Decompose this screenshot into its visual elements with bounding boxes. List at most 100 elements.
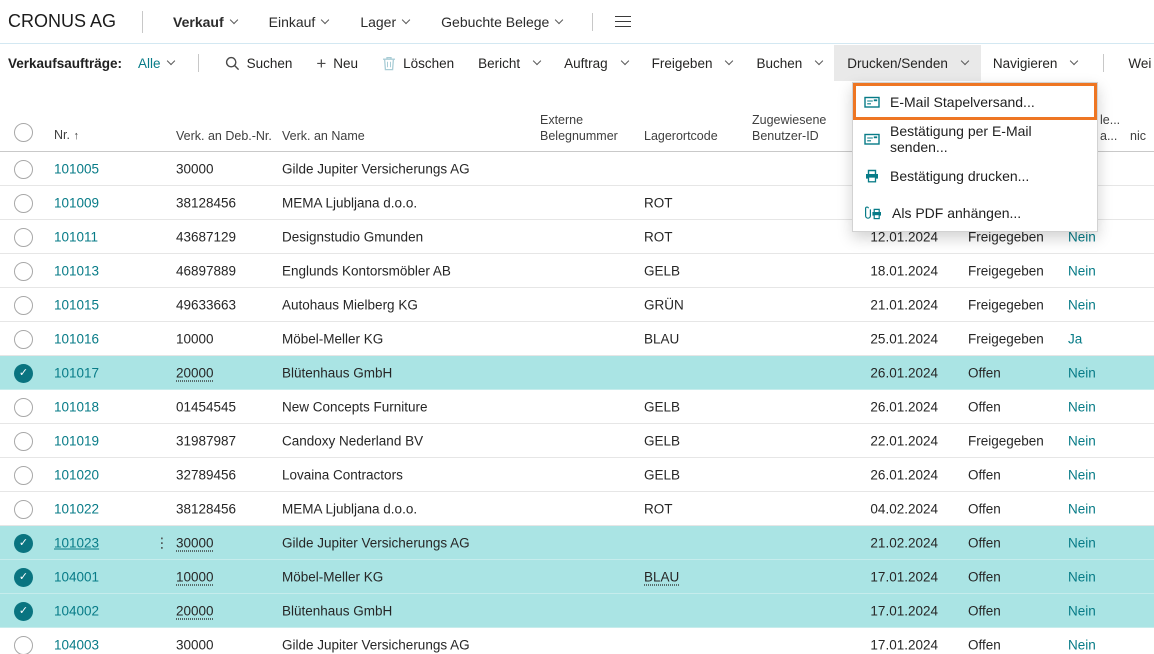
flag-link[interactable]: Ja	[1068, 331, 1082, 346]
column-header-external-doc[interactable]: Externe Belegnummer	[540, 112, 618, 144]
customer-no-cell[interactable]: 20000	[176, 365, 214, 380]
order-no-link[interactable]: 101013	[54, 263, 99, 278]
row-select-checkbox[interactable]: ✓	[14, 466, 33, 485]
more-options-truncated[interactable]: Wei	[1128, 56, 1151, 71]
delete-button[interactable]: Löschen	[382, 45, 454, 81]
print-send-menu-button[interactable]: Drucken/Senden	[834, 45, 981, 81]
order-no-link[interactable]: 101020	[54, 467, 99, 482]
row-select-checkbox[interactable]: ✓	[14, 602, 33, 621]
column-header-truncated-1[interactable]: le... a...	[1100, 112, 1120, 144]
customer-no-cell[interactable]: 20000	[176, 603, 214, 618]
row-select-checkbox[interactable]: ✓	[14, 364, 33, 383]
company-name[interactable]: CRONUS AG	[0, 11, 128, 32]
order-no-link[interactable]: 104001	[54, 569, 99, 584]
nav-item-lager[interactable]: Lager	[360, 14, 409, 30]
customer-no-cell[interactable]: 30000	[176, 535, 214, 550]
column-header-assigned-user[interactable]: Zugewiesene Benutzer-ID	[752, 112, 826, 144]
order-no-link[interactable]: 101022	[54, 501, 99, 516]
row-select-checkbox[interactable]: ✓	[14, 534, 33, 553]
row-select-checkbox[interactable]: ✓	[14, 500, 33, 519]
flag-link[interactable]: Nein	[1068, 569, 1096, 584]
table-row[interactable]: ✓ 104002 ⋮ 20000 Blütenhaus GmbH 17.01.2…	[0, 594, 1154, 628]
row-select-checkbox[interactable]: ✓	[14, 636, 33, 654]
order-no-link[interactable]: 101018	[54, 399, 99, 414]
menu-item-email-batch[interactable]: E-Mail Stapelversand...	[853, 83, 1097, 120]
table-row[interactable]: ✓ 101017 ⋮ 20000 Blütenhaus GmbH 26.01.2…	[0, 356, 1154, 390]
flag-link[interactable]: Nein	[1068, 535, 1096, 550]
order-no-link[interactable]: 101017	[54, 365, 99, 380]
row-select-checkbox[interactable]: ✓	[14, 398, 33, 417]
customer-no-cell[interactable]: 30000	[176, 161, 214, 176]
row-select-checkbox[interactable]: ✓	[14, 160, 33, 179]
flag-link[interactable]: Nein	[1068, 399, 1096, 414]
flag-link[interactable]: Nein	[1068, 365, 1096, 380]
flag-link[interactable]: Nein	[1068, 637, 1096, 652]
order-no-link[interactable]: 101005	[54, 161, 99, 176]
nav-item-gebuchte-belege[interactable]: Gebuchte Belege	[441, 14, 562, 30]
flag-link[interactable]: Nein	[1068, 263, 1096, 278]
new-button[interactable]: + Neu	[316, 45, 358, 81]
row-select-checkbox[interactable]: ✓	[14, 228, 33, 247]
row-select-checkbox[interactable]: ✓	[14, 432, 33, 451]
table-row[interactable]: ✓ 101019 ⋮ 31987987 Candoxy Nederland BV…	[0, 424, 1154, 458]
customer-no-cell[interactable]: 46897889	[176, 263, 236, 278]
row-select-checkbox[interactable]: ✓	[14, 296, 33, 315]
customer-no-cell[interactable]: 43687129	[176, 229, 236, 244]
column-header-nr[interactable]: Nr. ↑	[54, 127, 79, 144]
navigate-menu-button[interactable]: Navigieren	[993, 45, 1078, 81]
nav-item-einkauf[interactable]: Einkauf	[269, 14, 329, 30]
customer-no-cell[interactable]: 10000	[176, 331, 214, 346]
table-row[interactable]: ✓ 104001 ⋮ 10000 Möbel-Meller KG BLAU 17…	[0, 560, 1154, 594]
table-row[interactable]: ✓ 101023 ⋮ 30000 Gilde Jupiter Versicher…	[0, 526, 1154, 560]
row-select-checkbox[interactable]: ✓	[14, 568, 33, 587]
menu-item-print-confirmation[interactable]: Bestätigung drucken...	[853, 157, 1097, 194]
flag-link[interactable]: Nein	[1068, 603, 1096, 618]
table-row[interactable]: ✓ 101013 ⋮ 46897889 Englunds Kontorsmöbl…	[0, 254, 1154, 288]
customer-no-cell[interactable]: 30000	[176, 637, 214, 652]
table-row[interactable]: ✓ 101015 ⋮ 49633663 Autohaus Mielberg KG…	[0, 288, 1154, 322]
order-no-link[interactable]: 104002	[54, 603, 99, 618]
customer-no-cell[interactable]: 10000	[176, 569, 214, 584]
column-header-truncated-2[interactable]: nic	[1130, 128, 1146, 144]
order-no-link[interactable]: 104003	[54, 637, 99, 652]
order-no-link[interactable]: 101009	[54, 195, 99, 210]
row-actions-icon[interactable]: ⋮	[155, 534, 169, 551]
customer-no-cell[interactable]: 38128456	[176, 501, 236, 516]
table-row[interactable]: ✓ 101018 ⋮ 01454545 New Concepts Furnitu…	[0, 390, 1154, 424]
table-row[interactable]: ✓ 101016 ⋮ 10000 Möbel-Meller KG BLAU 25…	[0, 322, 1154, 356]
order-no-link[interactable]: 101011	[54, 229, 98, 244]
menu-item-attach-as-pdf[interactable]: Als PDF anhängen...	[853, 194, 1097, 231]
customer-no-cell[interactable]: 38128456	[176, 195, 236, 210]
customer-no-cell[interactable]: 32789456	[176, 467, 236, 482]
customer-no-cell[interactable]: 31987987	[176, 433, 236, 448]
release-menu-button[interactable]: Freigeben	[652, 45, 733, 81]
row-select-checkbox[interactable]: ✓	[14, 194, 33, 213]
table-row[interactable]: ✓ 101020 ⋮ 32789456 Lovaina Contractors …	[0, 458, 1154, 492]
hamburger-menu-icon[interactable]	[615, 16, 631, 28]
flag-link[interactable]: Nein	[1068, 501, 1096, 516]
order-no-link[interactable]: 101019	[54, 433, 99, 448]
flag-link[interactable]: Nein	[1068, 297, 1096, 312]
search-button[interactable]: Suchen	[225, 45, 293, 81]
nav-item-verkauf[interactable]: Verkauf	[173, 14, 237, 30]
order-no-link[interactable]: 101016	[54, 331, 99, 346]
select-all-checkbox[interactable]	[14, 123, 33, 142]
customer-no-cell[interactable]: 49633663	[176, 297, 236, 312]
order-menu-button[interactable]: Auftrag	[564, 45, 628, 81]
table-row[interactable]: ✓ 101022 ⋮ 38128456 MEMA Ljubljana d.o.o…	[0, 492, 1154, 526]
post-menu-button[interactable]: Buchen	[756, 45, 822, 81]
column-header-customer-no[interactable]: Verk. an Deb.-Nr.	[176, 128, 272, 144]
customer-no-cell[interactable]: 01454545	[176, 399, 236, 414]
flag-link[interactable]: Nein	[1068, 467, 1096, 482]
column-header-customer-name[interactable]: Verk. an Name	[282, 128, 365, 144]
view-filter-dropdown[interactable]: Alle	[138, 56, 174, 71]
row-select-checkbox[interactable]: ✓	[14, 262, 33, 281]
report-menu-button[interactable]: Bericht	[478, 45, 540, 81]
row-select-checkbox[interactable]: ✓	[14, 330, 33, 349]
menu-item-send-confirmation-email[interactable]: Bestätigung per E-Mail senden...	[853, 120, 1097, 157]
flag-link[interactable]: Nein	[1068, 433, 1096, 448]
table-row[interactable]: ✓ 104003 ⋮ 30000 Gilde Jupiter Versicher…	[0, 628, 1154, 654]
column-header-location[interactable]: Lagerortcode	[644, 128, 718, 144]
order-no-link[interactable]: 101023	[54, 535, 99, 550]
order-no-link[interactable]: 101015	[54, 297, 99, 312]
